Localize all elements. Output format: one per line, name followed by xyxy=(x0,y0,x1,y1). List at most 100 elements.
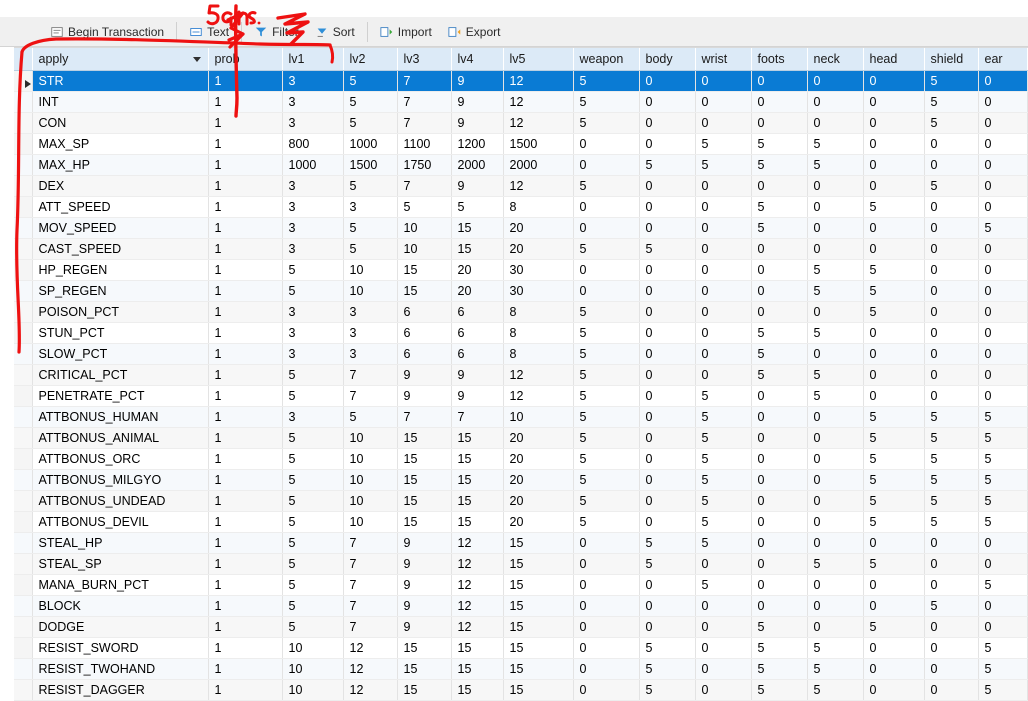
row-selector-cell[interactable] xyxy=(14,112,33,134)
cell-ear[interactable]: 0 xyxy=(978,553,1028,575)
cell-lv2[interactable]: 3 xyxy=(343,196,398,218)
row-selector-cell[interactable] xyxy=(14,70,33,92)
cell-foots[interactable]: 0 xyxy=(751,91,808,113)
cell-neck[interactable]: 0 xyxy=(807,469,864,491)
table-row[interactable]: ATTBONUS_MILGYO 1 5 10 15 15 20 5 0 5 0 0 5 5 5 xyxy=(14,469,1028,491)
cell-shield[interactable]: 5 xyxy=(924,70,979,92)
cell-head[interactable]: 0 xyxy=(863,574,925,596)
cell-weapon[interactable]: 0 xyxy=(573,280,640,302)
cell-lv3[interactable]: 15 xyxy=(397,490,452,512)
cell-lv2[interactable]: 12 xyxy=(343,637,398,659)
table-row[interactable]: ATTBONUS_ORC 1 5 10 15 15 20 5 0 5 0 0 5 5 5 xyxy=(14,448,1028,470)
cell-foots[interactable]: 0 xyxy=(751,238,808,260)
cell-neck[interactable]: 5 xyxy=(807,322,864,344)
table-row[interactable]: INT 1 3 5 7 9 12 5 0 0 0 0 0 5 0 xyxy=(14,91,1028,113)
cell-weapon[interactable]: 0 xyxy=(573,259,640,281)
cell-wrist[interactable]: 0 xyxy=(695,679,752,701)
cell-prob[interactable]: 1 xyxy=(208,280,283,302)
cell-lv3[interactable]: 7 xyxy=(397,406,452,428)
cell-shield[interactable]: 5 xyxy=(924,469,979,491)
column-header-lv1[interactable]: lv1 xyxy=(282,48,344,71)
cell-prob[interactable]: 1 xyxy=(208,511,283,533)
cell-head[interactable]: 0 xyxy=(863,238,925,260)
cell-prob[interactable]: 1 xyxy=(208,70,283,92)
cell-lv5[interactable]: 12 xyxy=(503,70,574,92)
cell-wrist[interactable]: 0 xyxy=(695,196,752,218)
cell-lv1[interactable]: 3 xyxy=(282,406,344,428)
cell-ear[interactable]: 5 xyxy=(978,217,1028,239)
cell-shield[interactable]: 5 xyxy=(924,91,979,113)
row-selector-cell[interactable] xyxy=(14,217,33,239)
cell-prob[interactable]: 1 xyxy=(208,469,283,491)
cell-lv2[interactable]: 10 xyxy=(343,469,398,491)
cell-neck[interactable]: 5 xyxy=(807,658,864,680)
column-header-shield[interactable]: shield xyxy=(924,48,979,71)
cell-lv2[interactable]: 3 xyxy=(343,301,398,323)
table-row[interactable]: STEAL_SP 1 5 7 9 12 15 0 5 0 0 5 5 0 0 xyxy=(14,553,1028,575)
cell-lv1[interactable]: 3 xyxy=(282,112,344,134)
cell-lv5[interactable]: 20 xyxy=(503,238,574,260)
column-header-prob[interactable]: prob xyxy=(208,48,283,71)
cell-apply[interactable]: MAX_SP xyxy=(32,133,209,155)
cell-neck[interactable]: 0 xyxy=(807,574,864,596)
cell-body[interactable]: 0 xyxy=(639,574,696,596)
cell-weapon[interactable]: 0 xyxy=(573,532,640,554)
cell-body[interactable]: 5 xyxy=(639,658,696,680)
cell-prob[interactable]: 1 xyxy=(208,637,283,659)
cell-foots[interactable]: 0 xyxy=(751,574,808,596)
cell-shield[interactable]: 5 xyxy=(924,112,979,134)
cell-neck[interactable]: 0 xyxy=(807,427,864,449)
cell-lv2[interactable]: 5 xyxy=(343,112,398,134)
cell-lv1[interactable]: 5 xyxy=(282,553,344,575)
cell-lv5[interactable]: 15 xyxy=(503,616,574,638)
cell-apply[interactable]: CRITICAL_PCT xyxy=(32,364,209,386)
cell-apply[interactable]: ATTBONUS_UNDEAD xyxy=(32,490,209,512)
column-header-ear[interactable]: ear xyxy=(978,48,1028,71)
cell-neck[interactable]: 5 xyxy=(807,133,864,155)
cell-prob[interactable]: 1 xyxy=(208,259,283,281)
cell-lv3[interactable]: 6 xyxy=(397,301,452,323)
cell-lv4[interactable]: 6 xyxy=(451,343,504,365)
cell-apply[interactable]: MAX_HP xyxy=(32,154,209,176)
cell-lv2[interactable]: 7 xyxy=(343,364,398,386)
cell-apply[interactable]: ATTBONUS_HUMAN xyxy=(32,406,209,428)
cell-ear[interactable]: 0 xyxy=(978,385,1028,407)
table-row[interactable]: CAST_SPEED 1 3 5 10 15 20 5 5 0 0 0 0 0 0 xyxy=(14,238,1028,260)
cell-prob[interactable]: 1 xyxy=(208,217,283,239)
cell-foots[interactable]: 0 xyxy=(751,112,808,134)
cell-weapon[interactable]: 5 xyxy=(573,70,640,92)
cell-foots[interactable]: 0 xyxy=(751,553,808,575)
column-header-lv5[interactable]: lv5 xyxy=(503,48,574,71)
cell-weapon[interactable]: 0 xyxy=(573,637,640,659)
table-row[interactable]: MANA_BURN_PCT 1 5 7 9 12 15 0 0 5 0 0 0 0 5 xyxy=(14,574,1028,596)
cell-foots[interactable]: 5 xyxy=(751,364,808,386)
cell-lv1[interactable]: 3 xyxy=(282,196,344,218)
cell-foots[interactable]: 0 xyxy=(751,427,808,449)
cell-head[interactable]: 0 xyxy=(863,112,925,134)
cell-apply[interactable]: DEX xyxy=(32,175,209,197)
cell-neck[interactable]: 0 xyxy=(807,238,864,260)
cell-weapon[interactable]: 5 xyxy=(573,490,640,512)
row-selector-cell[interactable] xyxy=(14,616,33,638)
cell-lv4[interactable]: 15 xyxy=(451,469,504,491)
cell-body[interactable]: 0 xyxy=(639,364,696,386)
row-selector-cell[interactable] xyxy=(14,91,33,113)
cell-shield[interactable]: 0 xyxy=(924,322,979,344)
cell-wrist[interactable]: 5 xyxy=(695,511,752,533)
cell-foots[interactable]: 0 xyxy=(751,259,808,281)
row-selector-cell[interactable] xyxy=(14,133,33,155)
cell-lv2[interactable]: 12 xyxy=(343,658,398,680)
cell-lv1[interactable]: 800 xyxy=(282,133,344,155)
cell-lv5[interactable]: 8 xyxy=(503,301,574,323)
cell-shield[interactable]: 0 xyxy=(924,280,979,302)
cell-shield[interactable]: 0 xyxy=(924,364,979,386)
cell-lv3[interactable]: 9 xyxy=(397,532,452,554)
cell-lv4[interactable]: 15 xyxy=(451,679,504,701)
cell-body[interactable]: 5 xyxy=(639,553,696,575)
cell-wrist[interactable]: 5 xyxy=(695,427,752,449)
cell-lv3[interactable]: 5 xyxy=(397,196,452,218)
cell-weapon[interactable]: 0 xyxy=(573,133,640,155)
cell-head[interactable]: 0 xyxy=(863,154,925,176)
cell-lv3[interactable]: 15 xyxy=(397,679,452,701)
cell-body[interactable]: 0 xyxy=(639,448,696,470)
